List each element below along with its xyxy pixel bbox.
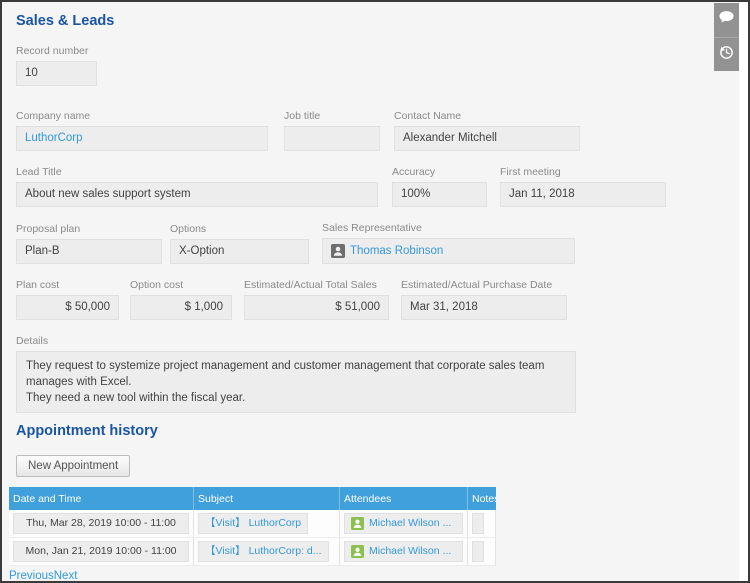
option-cost-field: $ 1,000	[130, 295, 232, 320]
pagination-previous-link[interactable]: Previous	[9, 570, 54, 582]
details-label: Details	[16, 335, 576, 347]
contact-name-field: Alexander Mitchell	[394, 126, 580, 151]
sales-representative-field: Thomas Robinson	[322, 238, 575, 264]
appointment-datetime: Thu, Mar 28, 2019 10:00 - 11:00	[13, 513, 189, 534]
company-name-field: LuthorCorp	[16, 126, 268, 151]
plan-cost-label: Plan cost	[16, 279, 119, 291]
total-sales-field: $ 51,000	[244, 295, 389, 320]
appointment-table-header: Date and Time Subject Attendees Notes	[9, 487, 496, 510]
right-margin-strip	[739, 2, 748, 581]
person-icon	[331, 244, 345, 258]
details-field: They request to systemize project manage…	[16, 351, 576, 413]
appointment-subject-link[interactable]: 【Visit】 LuthorCorp	[205, 517, 301, 529]
appointment-attendees: Michael Wilson ...	[344, 513, 463, 534]
pagination: PreviousNext	[9, 570, 496, 582]
accuracy-field: 100%	[392, 182, 487, 207]
clock-history-icon	[718, 44, 735, 66]
job-title-label: Job title	[284, 110, 380, 122]
proposal-plan-label: Proposal plan	[16, 223, 162, 235]
table-row: Mon, Jan 21, 2019 10:00 - 11:00 【Visit】 …	[9, 538, 496, 566]
table-row: Thu, Mar 28, 2019 10:00 - 11:00 【Visit】 …	[9, 510, 496, 538]
column-header-notes: Notes	[468, 487, 496, 510]
appointment-datetime: Mon, Jan 21, 2019 10:00 - 11:00	[13, 541, 189, 562]
comments-button[interactable]	[714, 3, 739, 37]
record-detail-page: Sales & Leads Record number 10 Company n…	[0, 0, 750, 583]
purchase-date-label: Estimated/Actual Purchase Date	[401, 279, 567, 291]
appointment-notes	[472, 513, 484, 534]
column-header-subject: Subject	[194, 487, 340, 510]
first-meeting-field: Jan 11, 2018	[500, 182, 666, 207]
person-icon	[351, 545, 365, 559]
side-toolbar	[714, 3, 739, 71]
page-title: Sales & Leads	[16, 13, 718, 29]
sales-representative-link[interactable]: Thomas Robinson	[350, 240, 443, 263]
company-name-label: Company name	[16, 110, 268, 122]
speech-bubble-icon	[718, 10, 735, 30]
person-icon	[351, 517, 365, 531]
new-appointment-button[interactable]: New Appointment	[16, 455, 130, 477]
pagination-next-link[interactable]: Next	[54, 570, 78, 582]
sales-representative-label: Sales Representative	[322, 222, 575, 234]
attendee-link[interactable]: Michael Wilson ...	[369, 514, 451, 533]
purchase-date-field: Mar 31, 2018	[401, 295, 567, 320]
lead-title-field: About new sales support system	[16, 182, 378, 207]
job-title-field	[284, 126, 380, 151]
company-name-link[interactable]: LuthorCorp	[25, 132, 83, 144]
column-header-date-and-time: Date and Time	[9, 487, 194, 510]
appointment-history-title: Appointment history	[16, 423, 718, 439]
record-history-button[interactable]	[714, 37, 739, 71]
options-field: X-Option	[170, 239, 309, 264]
total-sales-label: Estimated/Actual Total Sales	[244, 279, 389, 291]
appointment-notes	[472, 541, 484, 562]
lead-title-label: Lead Title	[16, 166, 378, 178]
appointment-table: Date and Time Subject Attendees Notes Th…	[9, 487, 496, 582]
record-number-field: 10	[16, 61, 97, 86]
plan-cost-field: $ 50,000	[16, 295, 119, 320]
appointment-subject-link[interactable]: 【Visit】 LuthorCorp: d...	[205, 545, 322, 557]
column-header-attendees: Attendees	[340, 487, 468, 510]
accuracy-label: Accuracy	[392, 166, 487, 178]
contact-name-label: Contact Name	[394, 110, 580, 122]
record-content: Sales & Leads Record number 10 Company n…	[2, 2, 748, 582]
appointment-attendees: Michael Wilson ...	[344, 541, 463, 562]
record-number-label: Record number	[16, 45, 97, 57]
attendee-link[interactable]: Michael Wilson ...	[369, 542, 451, 561]
option-cost-label: Option cost	[130, 279, 232, 291]
options-label: Options	[170, 223, 309, 235]
proposal-plan-field: Plan-B	[16, 239, 162, 264]
first-meeting-label: First meeting	[500, 166, 666, 178]
